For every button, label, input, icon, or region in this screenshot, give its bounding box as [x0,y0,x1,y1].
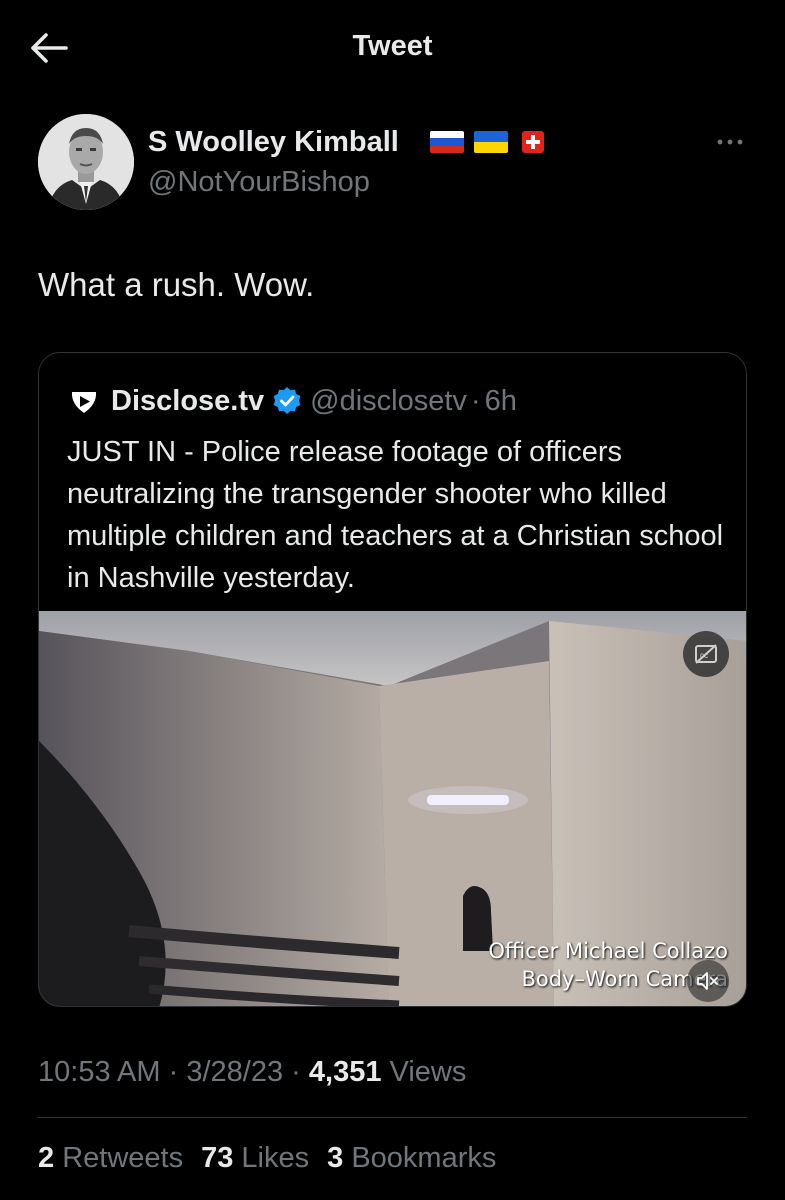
avatar[interactable] [38,114,134,210]
quoted-tweet-time: 6h [484,384,517,417]
engagement-stats: 2 Retweets 73 Likes 3 Bookmarks [38,1142,496,1175]
separator-dot: · [168,1056,179,1088]
ukraine-flag-icon [474,131,508,153]
divider [38,1117,747,1118]
author-handle[interactable]: @NotYourBishop [148,166,370,199]
closed-captions-off-icon: cc [695,644,717,664]
author-name[interactable]: S Woolley Kimball [148,126,399,159]
tweet-date: 3/28/23 [186,1056,284,1088]
russia-flag-icon [430,131,464,153]
quoted-tweet-text: JUST IN - Police release footage of offi… [67,436,724,594]
quoted-author-handle[interactable]: @disclosetv [310,385,467,418]
more-options-button[interactable] [712,128,748,156]
likes-label: Likes [241,1142,310,1174]
tweet-meta: 10:53 AM · 3/28/23 · 4,351 Views [38,1056,466,1089]
likes-stat[interactable]: 73 Likes [201,1142,309,1175]
tweet-time: 10:53 AM [38,1056,161,1088]
separator-dot: · [291,1056,301,1088]
top-bar: Tweet [0,0,785,92]
author-flags [430,131,544,155]
mute-toggle-button[interactable] [687,960,729,1002]
switzerland-flag-icon [522,131,544,153]
quoted-tweet-header: Disclose.tv @disclosetv · 6h [67,383,517,419]
more-horizontal-icon [717,139,743,145]
bookmarks-label: Bookmarks [351,1142,497,1174]
retweets-count: 2 [38,1142,55,1174]
quoted-tweet[interactable]: Disclose.tv @disclosetv · 6h JUST IN - P… [38,352,747,1007]
likes-count: 73 [201,1142,234,1174]
disclosetv-logo-icon [67,384,101,418]
page-title: Tweet [352,30,433,62]
tweet-text: What a rush. Wow. [38,266,315,303]
verified-badge-icon [273,387,301,414]
views-label: Views [389,1056,467,1088]
retweets-label: Retweets [62,1142,184,1174]
author-photo [38,114,134,210]
video-player[interactable]: cc Officer Michael Collazo Body–Worn Cam… [39,611,746,1006]
caption-officer-name: Officer Michael Collazo [488,939,728,963]
captions-toggle-button[interactable]: cc [683,631,729,677]
quoted-author-name[interactable]: Disclose.tv [111,385,264,418]
bookmarks-stat[interactable]: 3 Bookmarks [327,1142,496,1175]
separator-dot: · [470,384,481,417]
bookmarks-count: 3 [327,1142,344,1174]
muted-speaker-icon [697,972,718,990]
retweets-stat[interactable]: 2 Retweets [38,1142,183,1175]
views-count: 4,351 [308,1056,382,1088]
